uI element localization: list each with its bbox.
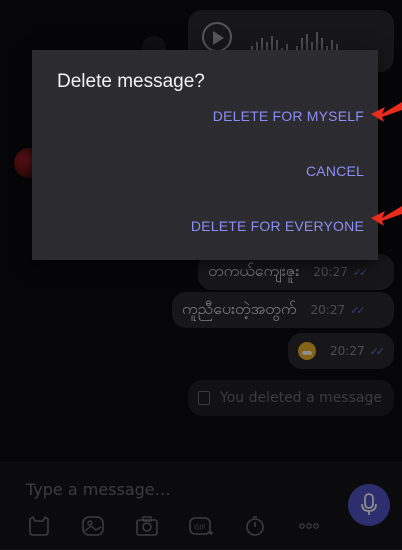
- message-text: တကယ်ကျေးဇူး: [208, 261, 300, 280]
- message-input[interactable]: [26, 477, 326, 501]
- deleted-message-text: You deleted a message: [220, 390, 382, 406]
- message-time: 20:27: [310, 303, 346, 317]
- gallery-icon[interactable]: [80, 515, 106, 537]
- annotation-arrow-icon: [371, 102, 402, 122]
- message-bubble[interactable]: ကူညီပေးတဲ့အတွက် 20:27 ✓✓: [172, 292, 394, 328]
- voice-record-button[interactable]: [348, 484, 390, 526]
- composer-bar: GIF: [0, 462, 402, 550]
- deleted-message-bubble[interactable]: You deleted a message: [188, 380, 394, 416]
- timer-icon[interactable]: [242, 515, 268, 537]
- camera-icon[interactable]: [134, 515, 160, 537]
- read-ticks-icon: ✓✓: [350, 303, 366, 317]
- annotation-arrow-icon: [371, 206, 402, 226]
- play-icon[interactable]: [202, 22, 232, 52]
- delete-message-dialog: Delete message? DELETE FOR MYSELF CANCEL…: [32, 50, 378, 260]
- sticker-icon[interactable]: [26, 515, 52, 537]
- trash-icon: [198, 391, 210, 405]
- gif-icon[interactable]: GIF: [188, 515, 214, 537]
- read-ticks-icon: ✓✓: [352, 265, 369, 279]
- cancel-button[interactable]: CANCEL: [306, 163, 364, 179]
- message-time: 20:27: [313, 265, 348, 279]
- grinning-emoji-icon: [298, 342, 316, 360]
- dialog-title: Delete message?: [57, 71, 205, 92]
- gif-label: GIF: [194, 524, 206, 532]
- message-bubble[interactable]: 20:27 ✓✓: [288, 333, 394, 369]
- microphone-icon: [361, 493, 377, 515]
- delete-for-everyone-button[interactable]: DELETE FOR EVERYONE: [191, 218, 364, 234]
- message-time: 20:27: [330, 344, 365, 358]
- delete-for-myself-button[interactable]: DELETE FOR MYSELF: [213, 108, 364, 124]
- message-text: ကူညီပေးတဲ့အတွက်: [182, 299, 297, 318]
- read-ticks-icon: ✓✓: [369, 344, 386, 358]
- more-icon[interactable]: [296, 515, 322, 537]
